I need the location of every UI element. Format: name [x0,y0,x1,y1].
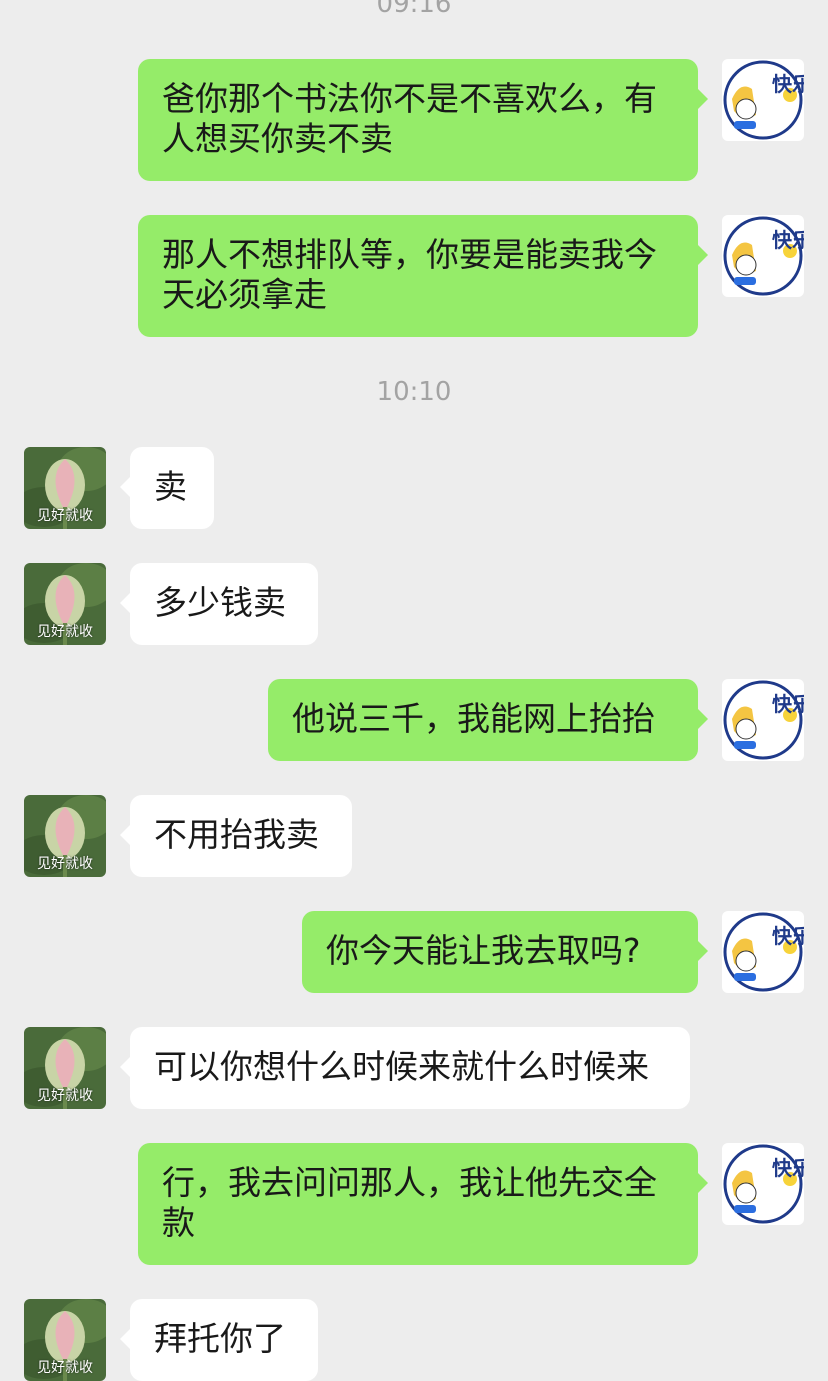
message-text: 那人不想排队等，你要是能卖我今天必须拿走 [162,235,657,314]
avatar-label: 见好就收 [37,508,93,524]
message-text: 拜托你了 [154,1319,286,1358]
message-text: 行，我去问问那人，我让他先交全款 [162,1163,657,1242]
duck-avatar-icon: 快乐 [722,59,804,141]
duck-avatar-icon: 快乐 [722,1143,804,1225]
avatar-label: 见好就收 [37,856,93,872]
avatar-label: 见好就收 [37,1360,93,1376]
my-avatar[interactable]: 快乐 [722,911,804,993]
duck-avatar-icon: 快乐 [722,911,804,993]
message-bubble-incoming[interactable]: 拜托你了 [120,1299,318,1381]
my-avatar[interactable]: 快乐 [722,215,804,297]
duck-avatar-icon: 快乐 [722,215,804,297]
avatar-label: 见好就收 [37,1088,93,1104]
message-text: 爸你那个书法你不是不喜欢么，有人想买你卖不卖 [162,79,657,158]
message-bubble-outgoing[interactable]: 爸你那个书法你不是不喜欢么，有人想买你卖不卖 [138,59,708,181]
avatar-label: 见好就收 [37,624,93,640]
contact-avatar[interactable]: 见好就收 [24,563,106,645]
svg-text:快乐: 快乐 [772,692,804,716]
message-bubble-incoming[interactable]: 不用抬我卖 [120,795,352,877]
message-text: 多少钱卖 [154,583,286,622]
message-text: 卖 [154,467,187,506]
message-bubble-incoming[interactable]: 卖 [120,447,214,529]
my-avatar[interactable]: 快乐 [722,1143,804,1225]
svg-text:快乐: 快乐 [772,1156,804,1180]
message-text: 可以你想什么时候来就什么时候来 [154,1047,649,1086]
message-bubble-outgoing[interactable]: 行，我去问问那人，我让他先交全款 [138,1143,708,1265]
message-bubble-outgoing[interactable]: 他说三千，我能网上抬抬 [268,679,708,761]
message-bubble-incoming[interactable]: 多少钱卖 [120,563,318,645]
duck-avatar-icon: 快乐 [722,679,804,761]
timestamp: 10:10 [376,377,452,407]
message-bubble-incoming[interactable]: 可以你想什么时候来就什么时候来 [120,1027,690,1109]
my-avatar[interactable]: 快乐 [722,59,804,141]
contact-avatar[interactable]: 见好就收 [24,447,106,529]
my-avatar[interactable]: 快乐 [722,679,804,761]
timestamp: 09:16 [376,0,452,19]
message-bubble-outgoing[interactable]: 你今天能让我去取吗? [302,911,708,993]
svg-text:快乐: 快乐 [772,228,804,252]
svg-text:快乐: 快乐 [772,72,804,96]
svg-text:快乐: 快乐 [772,924,804,948]
message-bubble-outgoing[interactable]: 那人不想排队等，你要是能卖我今天必须拿走 [138,215,708,337]
contact-avatar[interactable]: 见好就收 [24,795,106,877]
contact-avatar[interactable]: 见好就收 [24,1299,106,1381]
message-text: 不用抬我卖 [154,815,319,854]
contact-avatar[interactable]: 见好就收 [24,1027,106,1109]
message-text: 他说三千，我能网上抬抬 [292,699,655,738]
message-text: 你今天能让我去取吗? [326,931,641,970]
